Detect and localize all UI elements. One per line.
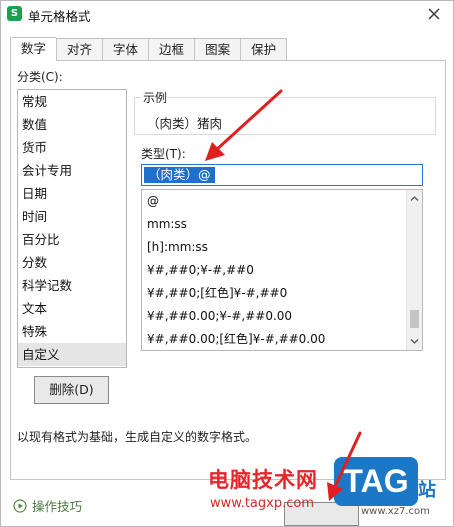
arrow-icon (327, 431, 362, 501)
annotation-arrows (205, 89, 362, 501)
format-cells-dialog: S 单元格格式 数字 对齐 字体 边框 图案 保护 分类(C): 常规 数值 货… (0, 0, 454, 527)
arrow-icon (205, 89, 283, 161)
tab-number[interactable]: 数字 (10, 37, 57, 62)
